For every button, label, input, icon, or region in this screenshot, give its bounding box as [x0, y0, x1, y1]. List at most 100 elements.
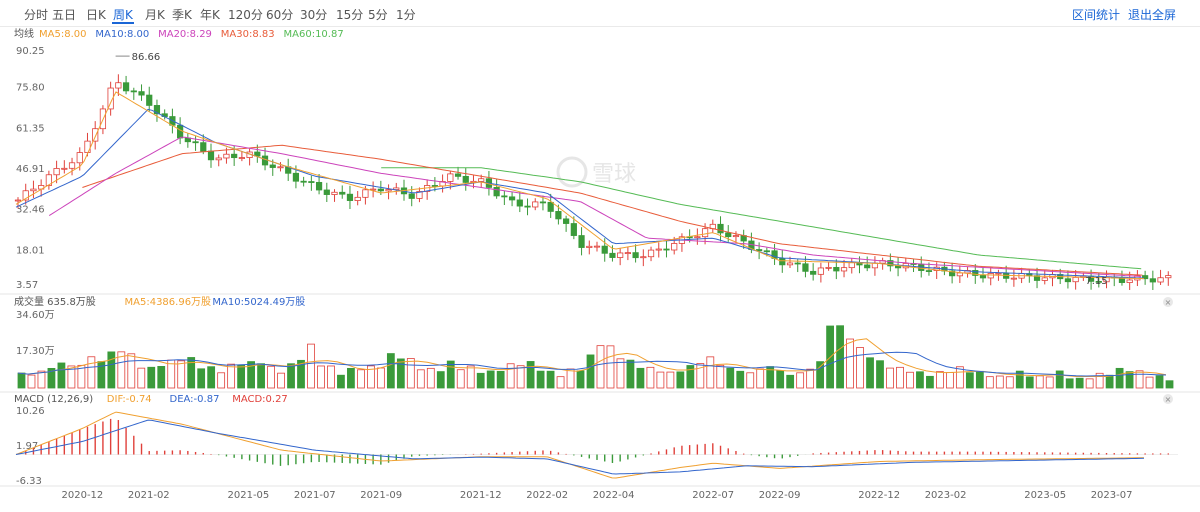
price-legend-item-4: MA60:10.87 [284, 29, 344, 40]
macd-ytick-0: 10.26 [16, 406, 45, 417]
candle-37 [300, 176, 307, 187]
volume-bar-66 [676, 371, 685, 389]
candle-129 [1010, 269, 1017, 287]
volume-bar-82 [836, 325, 844, 389]
volume-bar-64 [656, 371, 665, 389]
candle-body [462, 175, 469, 183]
candle-40 [323, 182, 330, 203]
candle-body [138, 91, 145, 96]
candle-body [115, 82, 122, 89]
candle-86 [678, 233, 686, 252]
price-ytick-1: 75.80 [16, 83, 45, 94]
candle-body [508, 196, 516, 201]
candle-body [617, 252, 624, 258]
stock-chart[interactable]: 雪球 均线 MA5:8.00 MA10:8.00 MA20:8.29 MA30:8.83 M… [0, 0, 1200, 512]
candle-body [701, 228, 709, 238]
volume-bar-9 [107, 351, 116, 389]
volume-bar-24 [257, 363, 265, 389]
volume-bar-2 [37, 370, 46, 389]
volume-bar-45 [466, 365, 475, 389]
candle-99 [779, 249, 786, 273]
candle-body [779, 257, 786, 266]
volume-bar-93 [945, 372, 954, 389]
candle-body [632, 252, 639, 259]
candle-114 [894, 257, 902, 277]
price-legend-item-2: MA20:8.29 [158, 29, 212, 40]
price-annotation-1: 7.15 [1085, 276, 1107, 287]
candle-body [802, 263, 809, 272]
volume-bar-44 [456, 369, 465, 389]
candle-body [563, 218, 570, 224]
candle-body [254, 151, 261, 157]
candle-133 [1041, 269, 1048, 285]
panel-close-button-1[interactable]: × [1163, 394, 1173, 404]
candle-body [609, 252, 616, 258]
candle-63 [501, 190, 508, 206]
candle-body [385, 189, 392, 192]
volume-bar-37 [386, 353, 395, 389]
xtick-13: 2023-07 [1091, 490, 1133, 501]
candle-88 [694, 228, 701, 245]
candle-73 [578, 227, 585, 256]
candle-body [277, 166, 284, 169]
candle-body [478, 178, 485, 182]
panel-close-button-0[interactable]: × [1163, 297, 1173, 307]
candle-body [956, 272, 963, 277]
candle-body [339, 191, 346, 195]
candle-77 [609, 245, 616, 262]
volume-bar-106 [1075, 377, 1084, 389]
volume-bar-86 [876, 360, 884, 389]
volume-bar-53 [546, 370, 555, 389]
volume-bar-95 [965, 372, 974, 389]
candle-body [323, 189, 330, 195]
candle-body [354, 196, 361, 201]
candle-91 [717, 216, 724, 242]
close-icon-glyph: × [1165, 395, 1172, 404]
candle-body [979, 275, 987, 279]
volume-bar-32 [337, 374, 345, 389]
volume-bar-27 [287, 363, 295, 389]
candle-body [925, 270, 933, 272]
volume-bar-26 [277, 372, 285, 389]
volume-bar-71 [726, 367, 735, 389]
volume-bar-55 [566, 368, 575, 389]
candle-body [1064, 278, 1072, 283]
price-ytick-4: 32.46 [16, 205, 45, 216]
candle-15 [130, 87, 137, 100]
candle-4 [45, 170, 52, 190]
candle-103 [810, 263, 817, 281]
candle-body [555, 211, 562, 220]
candle-16 [138, 84, 145, 101]
volume-bar-0 [17, 372, 26, 389]
volume-bar-46 [476, 372, 485, 389]
volume-bar-47 [486, 370, 495, 389]
volume-bar-50 [516, 365, 525, 389]
volume-bar-12 [137, 367, 146, 389]
candle-35 [285, 158, 292, 181]
macd-legend-label: MACD (12,26,9) [14, 394, 93, 405]
candle-body [1165, 275, 1172, 279]
ma10-line [15, 108, 1145, 279]
candle-body [671, 243, 678, 251]
volume-bar-61 [626, 359, 635, 389]
volume-bar-20 [217, 372, 226, 389]
volume-bar-79 [806, 368, 815, 389]
volume-bar-49 [506, 363, 515, 389]
volume-bar-25 [267, 365, 275, 389]
volume-bar-91 [926, 375, 934, 389]
candle-65 [516, 191, 523, 213]
volume-bar-78 [796, 372, 805, 389]
volume-bar-41 [426, 367, 435, 389]
candle-body [717, 223, 724, 234]
candle-body [92, 128, 99, 142]
candle-98 [771, 243, 778, 265]
volume-bar-74 [756, 368, 765, 389]
volume-bar-18 [197, 368, 206, 389]
candle-body [524, 205, 531, 208]
volume-bar-42 [436, 371, 445, 389]
candle-body [794, 262, 801, 265]
candle-body [663, 248, 670, 251]
volume-bar-30 [317, 365, 325, 389]
candle-105 [825, 262, 832, 271]
candle-46 [370, 181, 377, 198]
